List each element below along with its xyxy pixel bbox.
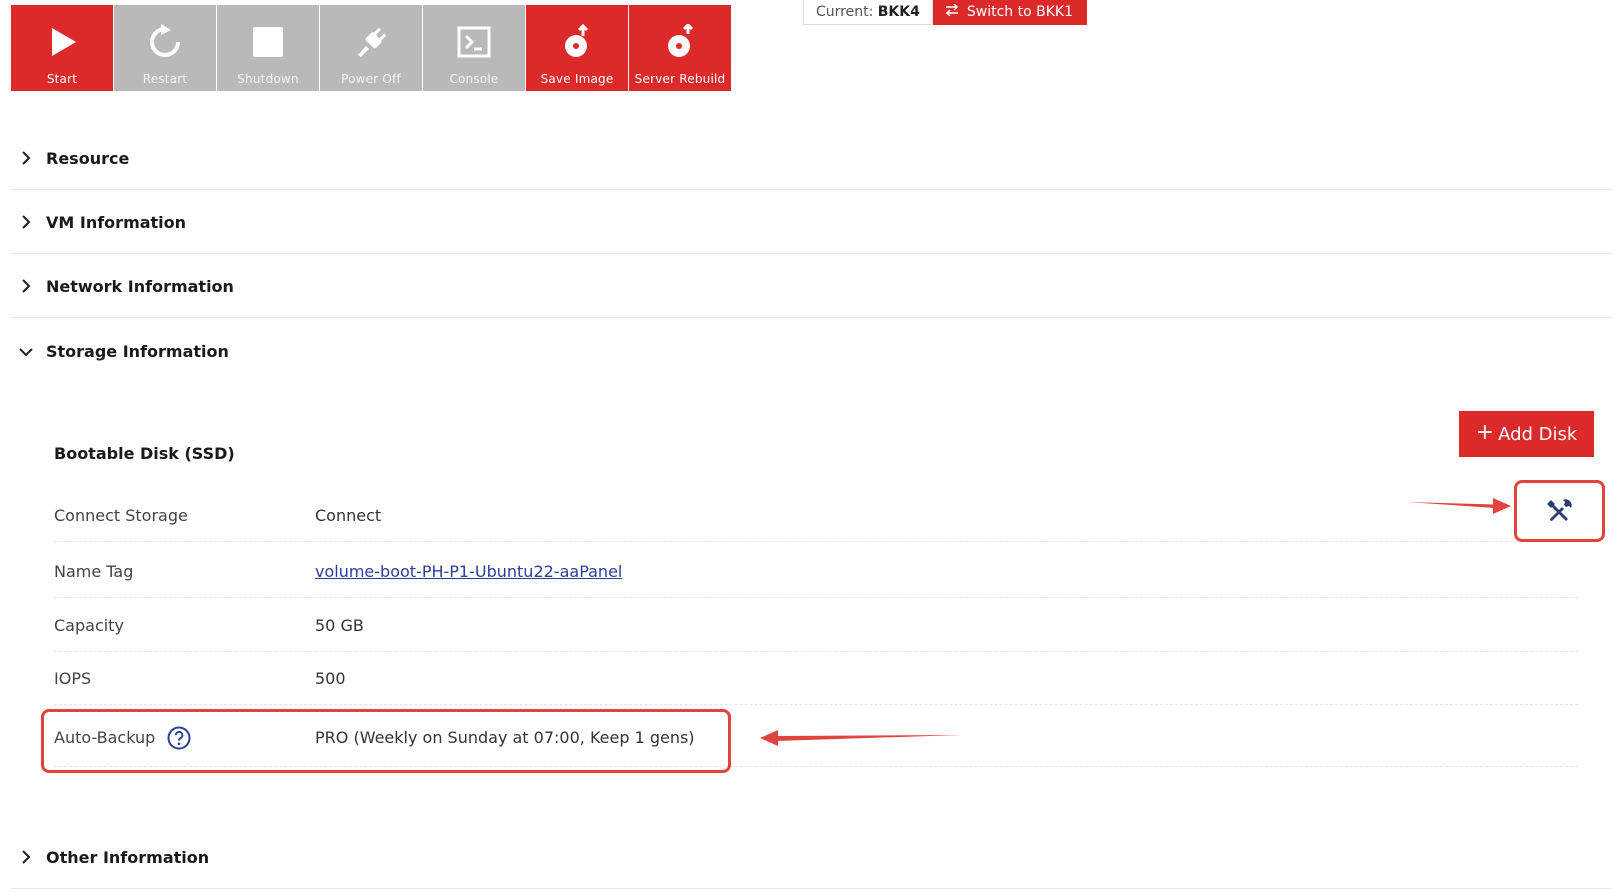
kv-row-connect-storage: Connect Storage Connect — [54, 489, 1578, 542]
stop-icon — [248, 22, 288, 62]
section-title: Network Information — [46, 276, 234, 296]
add-disk-label: Add Disk — [1498, 423, 1578, 445]
kv-value: 500 — [315, 668, 346, 688]
restart-button-label: Restart — [142, 72, 188, 86]
chevron-down-icon — [15, 341, 37, 363]
kv-key: Name Tag — [54, 561, 134, 581]
section-title: Other Information — [46, 847, 210, 867]
chevron-right-icon — [15, 275, 37, 297]
kv-key: Capacity — [54, 615, 124, 635]
disk-title: Bootable Disk (SSD) — [54, 444, 235, 463]
start-button[interactable]: Start — [11, 5, 114, 91]
shutdown-button[interactable]: Shutdown — [217, 5, 320, 91]
server-rebuild-button[interactable]: Server Rebuild — [629, 5, 732, 91]
annotation-arrow-left — [760, 730, 961, 746]
current-region: Current: BKK4 — [803, 0, 933, 25]
start-button-label: Start — [46, 72, 78, 86]
switch-region-button[interactable]: Switch to BKK1 — [932, 0, 1087, 25]
plug-icon — [351, 22, 391, 62]
tools-icon[interactable] — [1546, 497, 1574, 525]
section-network-information[interactable]: Network Information — [11, 255, 1612, 318]
disk-save-icon — [557, 22, 597, 62]
region-switcher: Current: BKK4 Switch to BKK1 — [803, 0, 1087, 25]
section-other-information[interactable]: Other Information — [11, 826, 1612, 889]
kv-row-capacity: Capacity 50 GB — [54, 599, 1578, 652]
kv-key: IOPS — [54, 668, 92, 688]
section-vm-information[interactable]: VM Information — [11, 191, 1612, 254]
save-image-button[interactable]: Save Image — [526, 5, 629, 91]
console-button[interactable]: Console — [423, 5, 526, 91]
action-toolbar: Start Restart Shutdown Power Off Console… — [11, 5, 732, 91]
section-title: Storage Information — [46, 342, 229, 361]
kv-row-iops: IOPS 500 — [54, 652, 1578, 705]
section-title: VM Information — [46, 212, 187, 232]
kv-value: Connect — [315, 505, 382, 525]
restart-button[interactable]: Restart — [114, 5, 217, 91]
power-off-button-label: Power Off — [341, 72, 401, 86]
section-storage-information[interactable]: Storage Information — [11, 320, 1612, 383]
terminal-icon — [454, 22, 494, 62]
annotation-arrow-right — [1407, 498, 1511, 514]
disk-rebuild-icon — [660, 22, 700, 62]
switch-region-label: Switch to BKK1 — [966, 4, 1073, 20]
kv-value: 50 GB — [315, 615, 364, 635]
chevron-right-icon — [15, 211, 37, 233]
add-disk-button[interactable]: + Add Disk — [1459, 411, 1594, 457]
kv-value: PRO (Weekly on Sunday at 07:00, Keep 1 g… — [315, 728, 695, 747]
play-icon — [42, 22, 82, 62]
console-button-label: Console — [449, 72, 499, 86]
kv-row-name-tag: Name Tag volume-boot-PH-P1-Ubuntu22-aaPa… — [54, 545, 1578, 598]
chevron-right-icon — [15, 846, 37, 868]
section-title: Resource — [46, 148, 130, 168]
help-icon[interactable] — [167, 726, 191, 750]
chevron-right-icon — [15, 147, 37, 169]
power-off-button[interactable]: Power Off — [320, 5, 423, 91]
kv-key-wrap: Auto-Backup — [54, 726, 315, 750]
current-region-value: BKK4 — [877, 4, 920, 20]
tools-highlight-box — [1514, 480, 1605, 542]
kv-key: Connect Storage — [54, 505, 188, 525]
plus-icon: + — [1475, 420, 1495, 445]
swap-arrows-icon — [945, 0, 959, 25]
restart-icon — [145, 22, 185, 62]
current-region-prefix: Current: — [816, 4, 874, 20]
name-tag-link[interactable]: volume-boot-PH-P1-Ubuntu22-aaPanel — [315, 562, 622, 581]
section-resource[interactable]: Resource — [11, 127, 1612, 190]
save-image-button-label: Save Image — [540, 72, 614, 86]
shutdown-button-label: Shutdown — [237, 72, 299, 86]
server-rebuild-button-label: Server Rebuild — [634, 72, 726, 86]
kv-key: Auto-Backup — [54, 728, 156, 747]
